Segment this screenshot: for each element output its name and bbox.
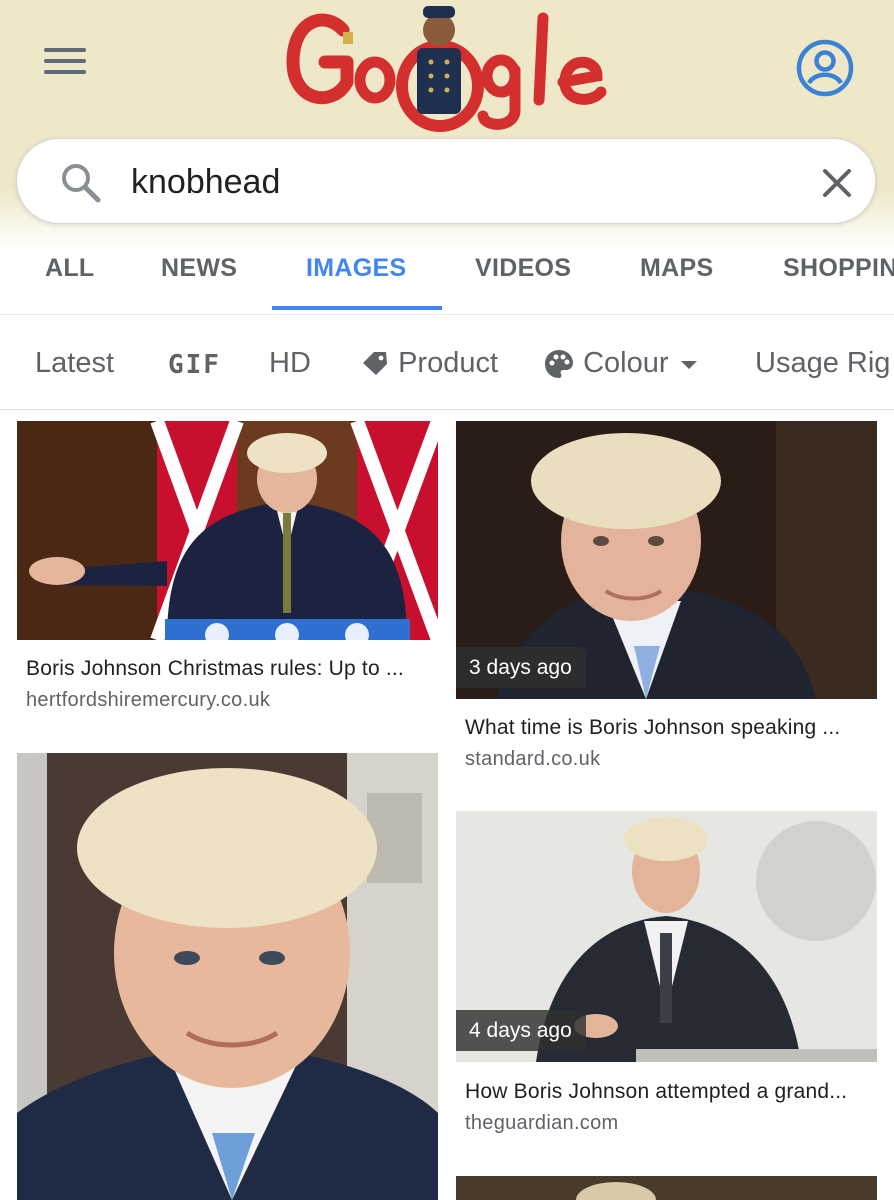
hamburger-menu-icon-line — [44, 59, 86, 63]
search-icon[interactable] — [59, 161, 103, 205]
search-input[interactable] — [131, 157, 771, 207]
result-source: standard.co.uk — [465, 748, 601, 770]
hamburger-menu-icon — [44, 48, 86, 52]
search-bar — [16, 138, 876, 224]
google-doodle-logo[interactable] — [285, 0, 615, 135]
result-source: theguardian.com — [465, 1112, 619, 1134]
tab-news[interactable]: NEWS — [161, 254, 237, 283]
filter-usage-rights[interactable]: Usage Rig — [755, 347, 890, 380]
tab-images[interactable]: IMAGES — [306, 254, 406, 283]
filter-hd[interactable]: HD — [269, 347, 311, 380]
filter-colour-label: Colour — [583, 347, 669, 379]
result-source: hertfordshiremercury.co.uk — [26, 689, 271, 711]
image-result-card[interactable] — [17, 753, 438, 1200]
filter-colour[interactable]: Colour — [543, 347, 701, 380]
result-title[interactable]: How Boris Johnson attempted a grand... — [465, 1080, 847, 1104]
image-result-card[interactable]: 3 days ago What time is Boris Johnson sp… — [456, 421, 877, 781]
result-thumbnail[interactable] — [17, 421, 438, 640]
result-title[interactable]: What time is Boris Johnson speaking ... — [465, 716, 840, 740]
tab-shopping[interactable]: SHOPPIN — [783, 254, 894, 283]
tab-all[interactable]: ALL — [45, 254, 95, 283]
hamburger-menu-icon-line — [44, 70, 86, 74]
image-result-card[interactable]: Boris Johnson Christmas rules: Up to ...… — [17, 421, 438, 721]
result-title[interactable]: Boris Johnson Christmas rules: Up to ... — [26, 657, 404, 681]
main-menu-button[interactable] — [44, 48, 86, 78]
filter-gif[interactable]: GIF — [168, 350, 221, 380]
result-age-badge: 4 days ago — [456, 1010, 586, 1051]
result-thumbnail[interactable] — [456, 1176, 877, 1200]
tab-videos[interactable]: VIDEOS — [475, 254, 571, 283]
tag-icon — [363, 352, 387, 376]
filter-product-label: Product — [398, 347, 499, 379]
close-icon[interactable] — [817, 163, 857, 203]
result-thumbnail[interactable] — [17, 753, 438, 1200]
filter-latest[interactable]: Latest — [35, 347, 114, 380]
tab-maps[interactable]: MAPS — [640, 254, 713, 283]
search-type-tabs: ALL NEWS IMAGES VIDEOS MAPS SHOPPIN — [0, 236, 894, 312]
dropdown-arrow-icon — [680, 361, 697, 370]
result-age-badge: 3 days ago — [456, 647, 586, 688]
active-tab-indicator — [272, 306, 442, 310]
palette-icon — [545, 350, 573, 379]
account-circle-icon[interactable] — [795, 38, 855, 98]
image-result-card[interactable] — [456, 1176, 877, 1200]
image-filter-bar: Latest GIF HD Product Colour Usage Rig — [0, 314, 894, 410]
image-result-card[interactable]: 4 days ago How Boris Johnson attempted a… — [456, 811, 877, 1141]
filter-product[interactable]: Product — [360, 347, 498, 380]
